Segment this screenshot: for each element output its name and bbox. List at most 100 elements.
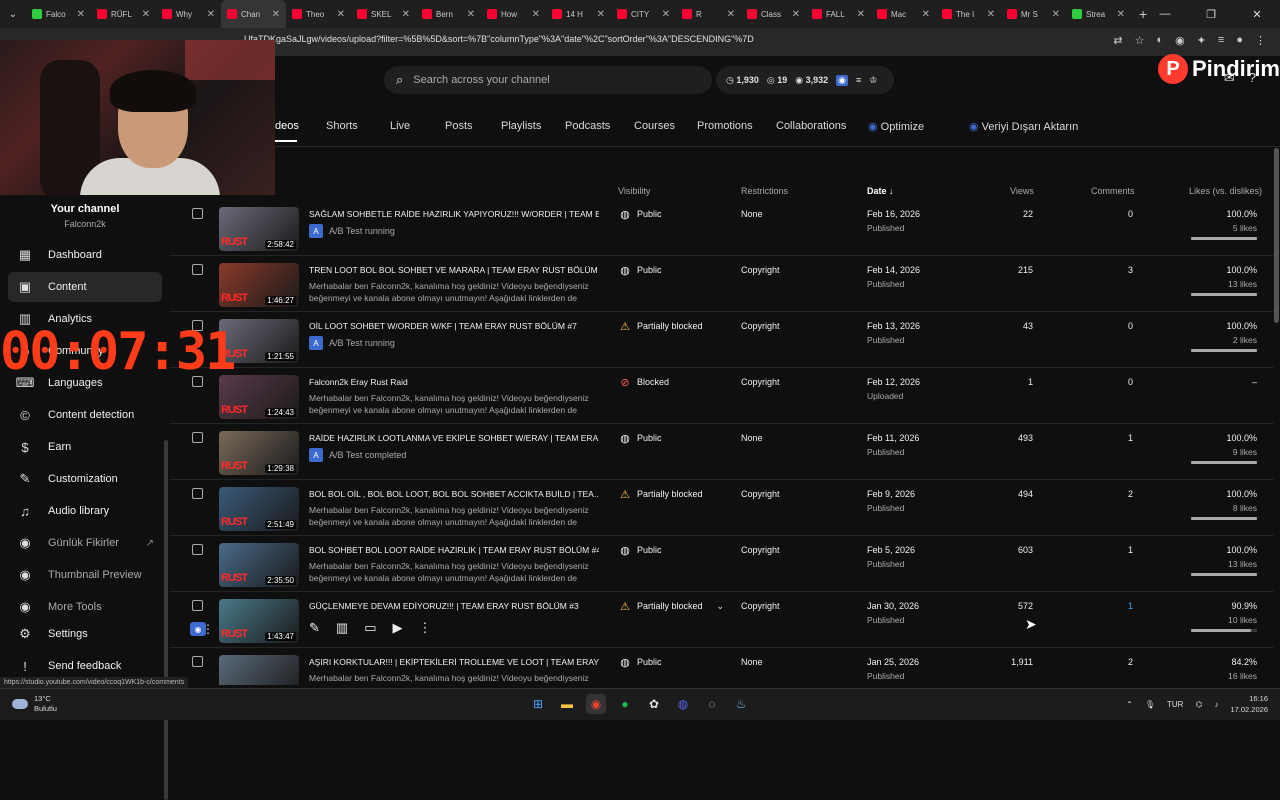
- visibility-cell[interactable]: ◍ Public: [619, 544, 661, 557]
- tab-posts[interactable]: Posts: [445, 120, 473, 132]
- youtube-icon[interactable]: ▶: [393, 620, 403, 636]
- video-title[interactable]: SAĞLAM SOHBETLE RAİDE HAZIRLIK YAPIYORUZ…: [309, 209, 599, 219]
- sidebar-item-dashboard[interactable]: ▦ Dashboard: [8, 240, 162, 270]
- video-title[interactable]: RAİDE HAZIRLIK LOOTLANMA VE EKİPLE SOHBE…: [309, 433, 599, 443]
- stats-extension-icon[interactable]: ◉: [836, 74, 849, 86]
- restrictions-cell[interactable]: None: [741, 209, 763, 219]
- tab-close-icon[interactable]: ✕: [723, 9, 735, 20]
- restrictions-cell[interactable]: Copyright: [741, 265, 780, 275]
- browser-tab[interactable]: 14 H ✕: [546, 0, 611, 28]
- col-visibility[interactable]: Visibility: [618, 186, 650, 196]
- main-scrollbar[interactable]: [1274, 148, 1279, 323]
- sidebar-item-content-detection[interactable]: © Content detection: [8, 400, 162, 430]
- tab-shorts[interactable]: Shorts: [326, 120, 358, 132]
- video-thumbnail[interactable]: RUST 2:35:50: [219, 543, 299, 587]
- tab-promotions[interactable]: Promotions: [697, 120, 753, 132]
- tab-veriyi-d-ar-aktar-n[interactable]: ◉ Veriyi Dışarı Aktarın: [969, 120, 1078, 133]
- downloads-icon[interactable]: ≡: [1218, 34, 1224, 47]
- tab-close-icon[interactable]: ✕: [788, 9, 800, 20]
- restrictions-cell[interactable]: Copyright: [741, 321, 780, 331]
- tab-collaborations[interactable]: Collaborations: [776, 120, 846, 132]
- tab-close-icon[interactable]: ✕: [983, 9, 995, 20]
- sidebar-item-g-nl-k-fikirler[interactable]: ◉ Günlük Fikirler ↗: [8, 528, 162, 558]
- tab-search-icon[interactable]: ⌄: [0, 9, 26, 20]
- table-row[interactable]: RUST 1:46:27 TREN LOOT BOL BOL SOHBET VE M…: [170, 256, 1274, 312]
- browser-tab[interactable]: Mac ✕: [871, 0, 936, 28]
- browser-tab[interactable]: Class ✕: [741, 0, 806, 28]
- tab-close-icon[interactable]: ✕: [268, 9, 280, 20]
- visibility-cell[interactable]: ⚠ Partially blocked ⌄: [619, 600, 724, 613]
- tab-close-icon[interactable]: ✕: [1048, 9, 1060, 20]
- restrictions-cell[interactable]: Copyright: [741, 601, 780, 611]
- sidebar-item-customization[interactable]: ✎ Customization: [8, 464, 162, 494]
- edit-icon[interactable]: ✎: [309, 620, 320, 636]
- sidebar-item-settings[interactable]: ⚙ Settings: [8, 619, 162, 649]
- tab-close-icon[interactable]: ✕: [203, 9, 215, 20]
- comments-cell[interactable]: 1: [1093, 601, 1133, 611]
- row-checkbox[interactable]: [192, 656, 203, 667]
- row-checkbox[interactable]: [192, 432, 203, 443]
- app-icon[interactable]: ✿: [644, 694, 664, 714]
- tab-close-icon[interactable]: ✕: [593, 9, 605, 20]
- tab-close-icon[interactable]: ✕: [853, 9, 865, 20]
- microphone-icon[interactable]: 🎙: [1145, 700, 1155, 709]
- tab-podcasts[interactable]: Podcasts: [565, 120, 610, 132]
- puzzle-icon[interactable]: ✦: [1197, 34, 1206, 47]
- visibility-cell[interactable]: ◍ Public: [619, 208, 661, 221]
- browser-tab[interactable]: Falco ✕: [26, 0, 91, 28]
- weather-widget[interactable]: 13°C Bulutlu: [12, 694, 57, 714]
- visibility-cell[interactable]: ⚠ Partially blocked: [619, 320, 702, 333]
- visibility-cell[interactable]: ◍ Public: [619, 432, 661, 445]
- language-indicator[interactable]: TUR: [1167, 700, 1183, 709]
- spotify-icon[interactable]: ●: [615, 694, 635, 714]
- sidebar-item-audio-library[interactable]: ♫ Audio library: [8, 496, 162, 526]
- analytics-icon[interactable]: ▥: [336, 620, 348, 636]
- extension-icon[interactable]: ◉: [1175, 34, 1185, 47]
- url-field[interactable]: UfaTDKgaSaJLgw/videos/upload?filter=%5B%…: [244, 34, 754, 44]
- browser-tab[interactable]: Strea ✕: [1066, 0, 1131, 28]
- visibility-cell[interactable]: ◍ Public: [619, 264, 661, 277]
- video-title[interactable]: BOL BOL OİL , BOL BOL LOOT, BOL BOL SOHB…: [309, 489, 599, 499]
- restrictions-cell[interactable]: Copyright: [741, 545, 780, 555]
- network-icon[interactable]: ⌬: [1195, 700, 1202, 709]
- video-title[interactable]: OİL LOOT SOHBET W/ORDER W/KF | TEAM ERAY…: [309, 321, 599, 331]
- row-checkbox[interactable]: [192, 488, 203, 499]
- award-icon[interactable]: ♔: [869, 75, 877, 86]
- tab-deos[interactable]: deos: [275, 120, 299, 132]
- table-row[interactable]: RUST 2:51:49 BOL BOL OİL , BOL BOL LOOT, B…: [170, 480, 1274, 536]
- tab-close-icon[interactable]: ✕: [463, 9, 475, 20]
- browser-tab[interactable]: How ✕: [481, 0, 546, 28]
- discord-icon[interactable]: ◍: [673, 694, 693, 714]
- close-window-icon[interactable]: ✕: [1234, 8, 1280, 21]
- start-icon[interactable]: ⊞: [528, 694, 548, 714]
- tab-live[interactable]: Live: [390, 120, 410, 132]
- video-title[interactable]: TREN LOOT BOL BOL SOHBET VE MARARA | TEA…: [309, 265, 599, 275]
- tab-close-icon[interactable]: ✕: [1113, 9, 1125, 20]
- bookmark-star-icon[interactable]: ☆: [1135, 34, 1145, 47]
- browser-tab[interactable]: R ✕: [676, 0, 741, 28]
- tab-optimize[interactable]: ◉ Optimize: [868, 120, 924, 133]
- sidebar-item-thumbnail-preview[interactable]: ◉ Thumbnail Preview: [8, 560, 162, 590]
- col-date[interactable]: Date ↓: [867, 186, 894, 196]
- tab-close-icon[interactable]: ✕: [918, 9, 930, 20]
- browser-tab[interactable]: Chan ✕: [221, 0, 286, 28]
- tab-close-icon[interactable]: ✕: [73, 9, 85, 20]
- video-thumbnail[interactable]: RUST53:29: [219, 655, 299, 685]
- video-title[interactable]: Falconn2k Eray Rust Raid: [309, 377, 599, 387]
- restrictions-cell[interactable]: Copyright: [741, 489, 780, 499]
- table-row[interactable]: RUST 2:58:42 SAĞLAM SOHBETLE RAİDE HAZIRLI…: [170, 200, 1274, 256]
- tab-close-icon[interactable]: ✕: [398, 9, 410, 20]
- table-row[interactable]: RUST 2:35:50 BOL SOHBET BOL LOOT RAİDE HAZ…: [170, 536, 1274, 592]
- more-options-icon[interactable]: ⋮: [419, 620, 432, 636]
- video-title[interactable]: BOL SOHBET BOL LOOT RAİDE HAZIRLIK | TEA…: [309, 545, 599, 555]
- extension-icon[interactable]: ◐: [1156, 34, 1163, 47]
- table-row[interactable]: RUST 1:29:38 RAİDE HAZIRLIK LOOTLANMA VE E…: [170, 424, 1274, 480]
- tab-close-icon[interactable]: ✕: [138, 9, 150, 20]
- restrictions-cell[interactable]: Copyright: [741, 377, 780, 387]
- bars-icon[interactable]: ≡: [856, 75, 861, 85]
- table-row[interactable]: RUST53:29 AŞIRI KORKTULAR!!! | EKİPTEKİLE…: [170, 648, 1274, 685]
- tab-playlists[interactable]: Playlists: [501, 120, 541, 132]
- minimize-icon[interactable]: —: [1142, 8, 1188, 20]
- browser-tab[interactable]: Theo ✕: [286, 0, 351, 28]
- menu-icon[interactable]: ⋮: [1255, 34, 1266, 47]
